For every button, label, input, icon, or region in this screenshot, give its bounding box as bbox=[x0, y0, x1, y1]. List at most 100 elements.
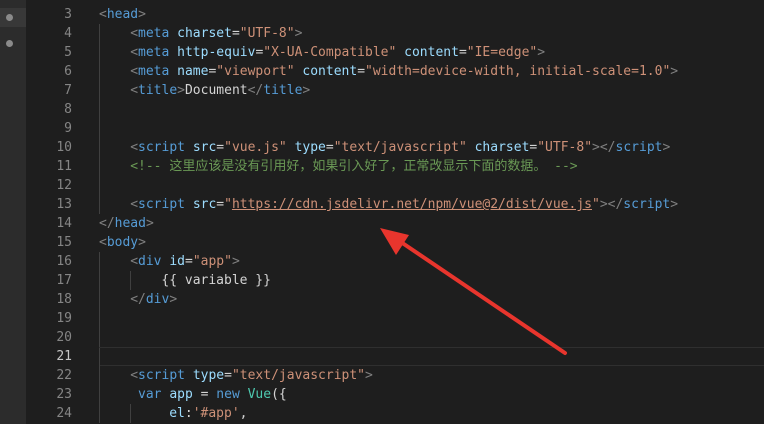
token-text: = bbox=[325, 140, 334, 155]
token-text: = bbox=[357, 64, 366, 79]
code-line[interactable] bbox=[99, 119, 764, 138]
token-str: "app" bbox=[192, 254, 232, 269]
line-number: 10 bbox=[56, 140, 72, 155]
code-line[interactable] bbox=[99, 328, 764, 347]
token-bracket: < bbox=[130, 83, 139, 98]
code-line[interactable]: <div id="app"> bbox=[99, 252, 764, 271]
line-number: 15 bbox=[56, 235, 72, 250]
code-line[interactable]: <meta http-equiv = "X-UA-Compatible" conte… bbox=[99, 43, 764, 62]
token-bracket: > bbox=[169, 292, 178, 307]
token-tag: title bbox=[263, 83, 303, 98]
code-content: <script type="text/javascript"> bbox=[130, 366, 373, 385]
token-bracket: > bbox=[670, 64, 679, 79]
line-number: 4 bbox=[64, 26, 72, 41]
indent-guide bbox=[99, 138, 100, 157]
token-bracket: < bbox=[99, 235, 107, 250]
token-text: : bbox=[184, 406, 193, 421]
code-line[interactable]: </div> bbox=[99, 290, 764, 309]
token-bracket: < bbox=[130, 26, 139, 41]
token-text: Document bbox=[184, 83, 248, 98]
indent-guide bbox=[99, 195, 100, 214]
code-line[interactable]: <head> bbox=[99, 5, 764, 24]
code-line[interactable]: </head> bbox=[99, 214, 764, 233]
token-bracket: > bbox=[145, 216, 154, 231]
code-line[interactable]: <!-- 这里应该是没有引用好，如果引入好了，正常改显示下面的数据。 --> bbox=[99, 157, 764, 176]
token-str: "text/javascript" bbox=[231, 368, 366, 383]
indent-guide bbox=[99, 24, 100, 43]
code-line[interactable]: {{ variable }} bbox=[99, 271, 764, 290]
code-line[interactable] bbox=[99, 347, 764, 367]
code-line[interactable] bbox=[99, 100, 764, 119]
token-tag: div bbox=[138, 254, 162, 269]
token-bracket: < bbox=[130, 45, 139, 60]
indent-guide bbox=[99, 309, 100, 328]
code-line[interactable]: <script type="text/javascript"> bbox=[99, 366, 764, 385]
code-line[interactable]: var app = new Vue({ bbox=[99, 385, 764, 404]
code-content: </head> bbox=[99, 214, 154, 233]
indent-guide bbox=[99, 404, 100, 423]
token-tag: script bbox=[615, 140, 663, 155]
line-number: 6 bbox=[64, 64, 72, 79]
line-number: 23 bbox=[56, 387, 72, 402]
token-tag: div bbox=[145, 292, 170, 307]
token-bracket: > bbox=[138, 235, 146, 250]
code-content: <title>Document</title> bbox=[130, 81, 310, 100]
line-number: 7 bbox=[64, 83, 72, 98]
token-tag: meta bbox=[138, 45, 170, 60]
token-bracket: > bbox=[670, 197, 679, 212]
token-bracket: < bbox=[130, 64, 139, 79]
token-attr: id bbox=[169, 254, 185, 269]
token-text: = bbox=[184, 254, 193, 269]
indent-guide bbox=[99, 348, 100, 367]
token-bracket: < bbox=[130, 368, 139, 383]
token-text: , bbox=[239, 406, 248, 421]
code-line[interactable] bbox=[99, 176, 764, 195]
token-text: = bbox=[216, 140, 225, 155]
token-bracket: < bbox=[99, 7, 107, 22]
token-str: "vue.js" bbox=[224, 140, 287, 155]
code-line[interactable]: <body> bbox=[99, 233, 764, 252]
indent-guide bbox=[99, 290, 100, 309]
token-attr: type bbox=[294, 140, 326, 155]
token-text: {{ variable }} bbox=[161, 273, 271, 288]
code-line[interactable]: el:'#app', bbox=[99, 404, 764, 423]
code-content: </div> bbox=[130, 290, 177, 309]
code-content: <script src="https://cdn.jsdelivr.net/np… bbox=[130, 195, 678, 214]
token-bracket: </ bbox=[130, 292, 146, 307]
code-line[interactable]: <title>Document</title> bbox=[99, 81, 764, 100]
indent-guide bbox=[99, 119, 100, 138]
code-line[interactable] bbox=[99, 309, 764, 328]
indent-guide bbox=[99, 328, 100, 347]
code-line[interactable]: <script src="vue.js" type="text/javascri… bbox=[99, 138, 764, 157]
token-attr: http-equiv bbox=[177, 45, 256, 60]
code-line[interactable]: <meta charset="UTF-8"> bbox=[99, 24, 764, 43]
activity-item[interactable] bbox=[0, 8, 26, 27]
token-tag: script bbox=[138, 197, 185, 212]
indent-guide bbox=[99, 366, 100, 385]
code-line[interactable]: <script src="https://cdn.jsdelivr.net/np… bbox=[99, 195, 764, 214]
token-bracket: > bbox=[138, 7, 146, 22]
code-editor[interactable]: <head> <meta charset="UTF-8"> <meta http-e… bbox=[99, 0, 764, 424]
token-link[interactable]: https://cdn.jsdelivr.net/npm/vue@2/dist/… bbox=[232, 197, 592, 212]
token-tag: script bbox=[138, 140, 185, 155]
activity-item[interactable] bbox=[0, 34, 26, 53]
code-content: el:'#app', bbox=[161, 404, 247, 423]
token-tag: head bbox=[114, 216, 146, 231]
code-content: <head> bbox=[99, 5, 146, 24]
token-text: ({ bbox=[271, 387, 287, 402]
code-content: <!-- 这里应该是没有引用好，如果引入好了，正常改显示下面的数据。 --> bbox=[130, 157, 577, 176]
token-attr: charset bbox=[474, 140, 530, 155]
code-line[interactable]: <meta name="viewport" content="width=dev… bbox=[99, 62, 764, 81]
token-str: " bbox=[591, 197, 600, 212]
token-bracket: </ bbox=[99, 216, 115, 231]
token-attr: charset bbox=[177, 26, 232, 41]
indent-guide bbox=[99, 252, 100, 271]
token-bracket: > bbox=[231, 254, 240, 269]
